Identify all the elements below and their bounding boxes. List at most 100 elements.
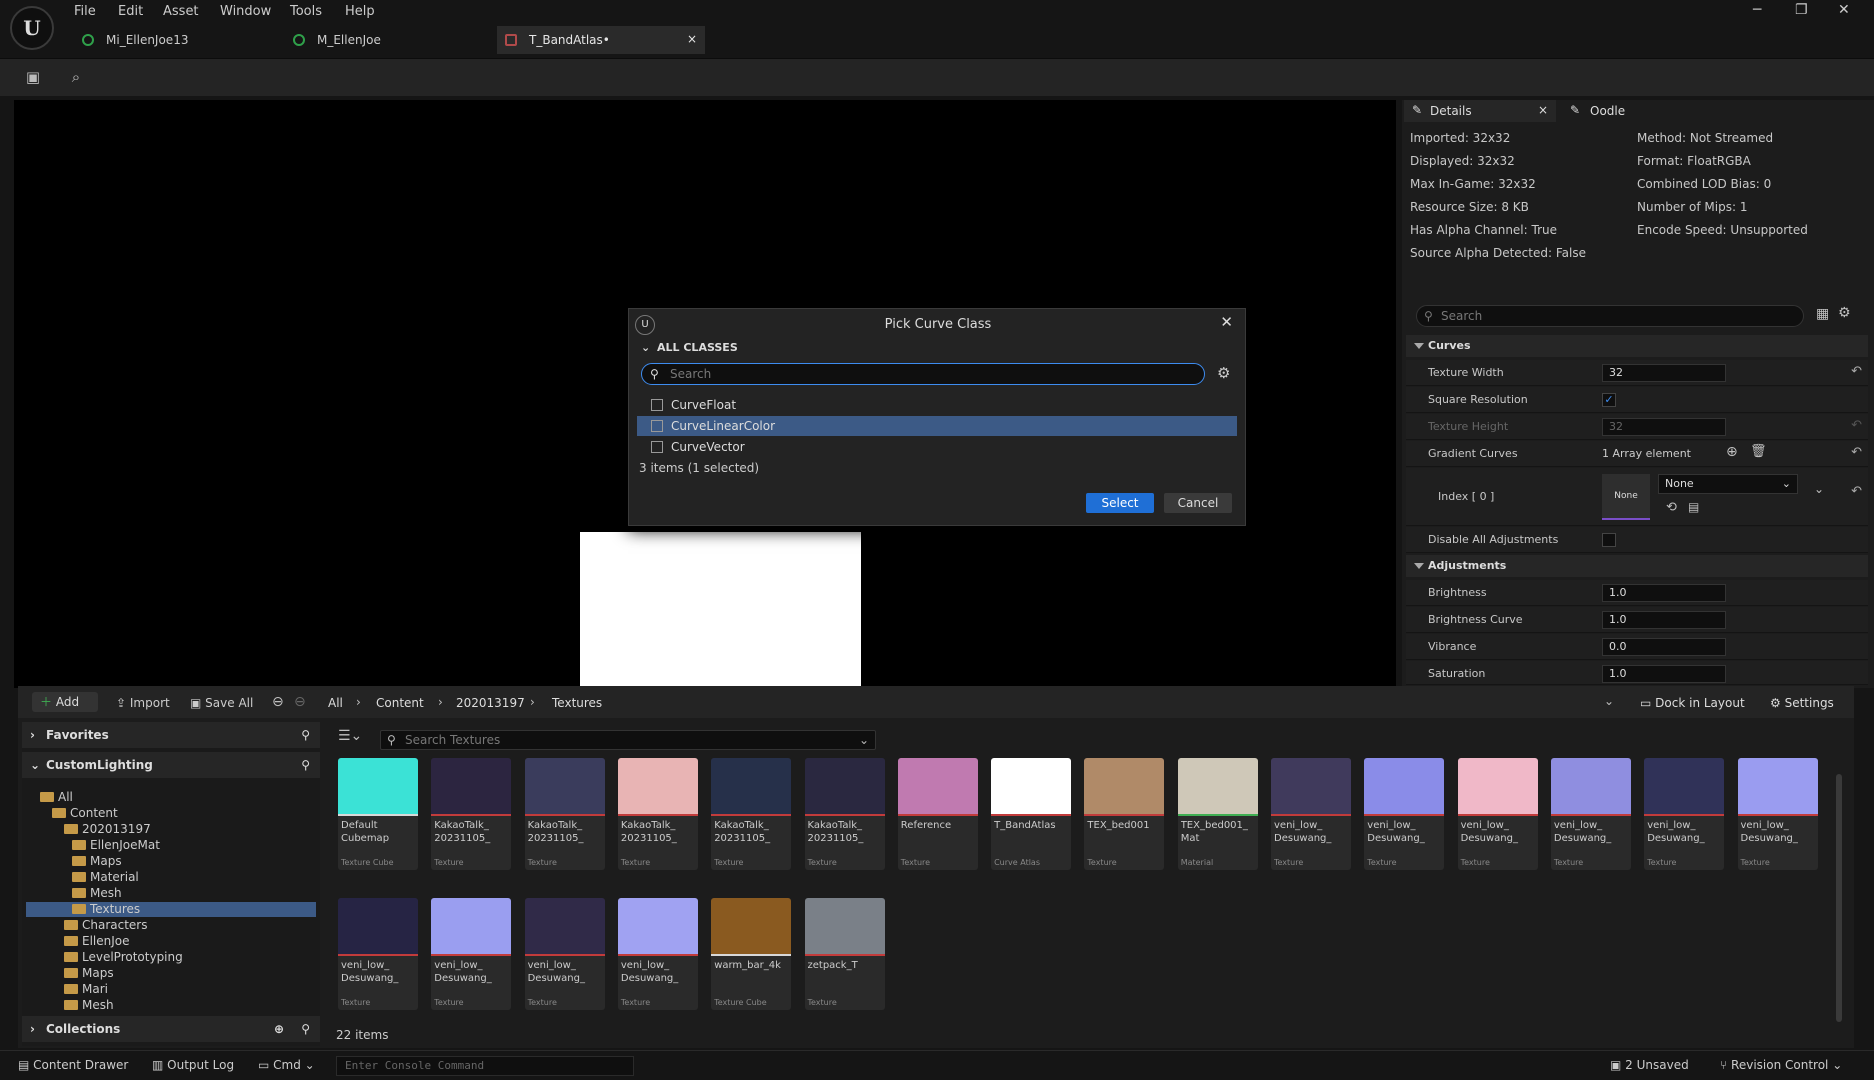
- save-all-button[interactable]: ▣ Save All: [190, 696, 253, 710]
- settings-button[interactable]: ⚙ Settings: [1770, 696, 1834, 710]
- asset-tile[interactable]: veni_low_ Desuwang_ Material_1... Texture: [1737, 758, 1818, 870]
- saturation-field[interactable]: 1.0: [1602, 665, 1726, 683]
- asset-tile[interactable]: TEX_bed001 Texture: [1084, 758, 1165, 870]
- tree-maps-2[interactable]: Maps: [64, 966, 114, 980]
- asset-tile[interactable]: KakaoTalk_ 20231105_ 14482327... Texture: [431, 758, 512, 870]
- menu-tools[interactable]: Tools: [290, 4, 322, 19]
- minimize-button[interactable]: ─: [1753, 2, 1761, 18]
- tab-m-ellenjoe[interactable]: M_EllenJoe: [293, 26, 483, 54]
- import-button[interactable]: ⇪ Import: [116, 696, 170, 710]
- menu-asset[interactable]: Asset: [163, 4, 199, 19]
- asset-tile[interactable]: veni_low_ Desuwang_ Material_1... Texture: [1457, 758, 1538, 870]
- save-icon[interactable]: ▣: [24, 68, 42, 86]
- forward-icon[interactable]: ⊖: [294, 694, 306, 710]
- asset-tile[interactable]: veni_low_ Desuwang_ Material_1... Texture: [1550, 758, 1631, 870]
- texture-height-field[interactable]: 32: [1602, 418, 1726, 436]
- favorites-header[interactable]: › Favorites ⚲: [22, 722, 320, 748]
- asset-tile[interactable]: veni_low_ Desuwang_ Material_1... Texture: [431, 898, 512, 1010]
- asset-tile[interactable]: Default Cubemap Texture Cube: [338, 758, 418, 870]
- section-curves[interactable]: Curves: [1406, 335, 1868, 357]
- menu-file[interactable]: File: [74, 4, 96, 19]
- tree-ellenjoe[interactable]: EllenJoe: [64, 934, 130, 948]
- search-icon[interactable]: ⚲: [301, 1016, 310, 1042]
- select-button[interactable]: Select: [1086, 493, 1154, 513]
- asset-tile[interactable]: veni_low_ Desuwang_ Material_1... Texture: [1271, 758, 1351, 870]
- reset-arrow-icon[interactable]: ↶: [1851, 364, 1862, 379]
- asset-tile[interactable]: veni_low_ Desuwang_ Material_1... Texture: [338, 898, 418, 1010]
- tree-mari[interactable]: Mari: [64, 982, 108, 996]
- asset-tile[interactable]: veni_low_ Desuwang_ Material_1... Texture: [1644, 758, 1725, 870]
- reset-arrow-icon[interactable]: ↶: [1851, 445, 1862, 460]
- asset-tile[interactable]: warm_bar_4k Texture Cube: [711, 898, 792, 1010]
- restore-button[interactable]: ❐: [1795, 2, 1808, 18]
- vibrance-field[interactable]: 0.0: [1602, 638, 1726, 656]
- tab-close-icon[interactable]: ×: [687, 32, 697, 46]
- details-close-icon[interactable]: ×: [1538, 103, 1548, 117]
- asset-tile[interactable]: veni_low_ Desuwang_ Material_1... Texture: [524, 898, 605, 1010]
- all-classes-header[interactable]: ⌄ ALL CLASSES: [629, 337, 1245, 359]
- asset-tile[interactable]: Reference Texture: [897, 758, 978, 870]
- collections-header[interactable]: › Collections ⊕ ⚲: [22, 1016, 320, 1042]
- asset-tile[interactable]: zetpack_T Texture: [804, 898, 885, 1010]
- console-input[interactable]: Enter Console Command: [336, 1056, 634, 1076]
- tree-all[interactable]: All: [40, 790, 73, 804]
- tab-details[interactable]: ✎ Details ×: [1404, 100, 1556, 122]
- asset-tile[interactable]: KakaoTalk_ 20231105_ 14482327... Texture: [617, 758, 698, 870]
- tab-oodle[interactable]: ✎ Oodle: [1570, 100, 1625, 122]
- asset-tile[interactable]: veni_low_ Desuwang_ Material_1... Texture: [617, 898, 698, 1010]
- class-search-input[interactable]: ⚲ Search: [641, 363, 1205, 385]
- add-collection-icon[interactable]: ⊕: [274, 1016, 284, 1042]
- path-content[interactable]: Content: [376, 696, 424, 710]
- browse-asset-icon[interactable]: ▤: [1688, 500, 1699, 514]
- tree-202013197[interactable]: 202013197: [64, 822, 151, 836]
- class-item-curvelinearcolor[interactable]: CurveLinearColor: [637, 416, 1237, 436]
- tree-characters[interactable]: Characters: [64, 918, 148, 932]
- tab-t-bandatlas[interactable]: T_BandAtlas• ×: [497, 26, 705, 54]
- brightness-field[interactable]: 1.0: [1602, 584, 1726, 602]
- asset-tile[interactable]: KakaoTalk_ 20231105_ 14482327... Texture: [524, 758, 605, 870]
- brightness-curve-field[interactable]: 1.0: [1602, 611, 1726, 629]
- texture-width-field[interactable]: 32: [1602, 364, 1726, 382]
- asset-tile[interactable]: T_BandAtlas Curve Atlas: [991, 758, 1072, 870]
- dock-in-layout-button[interactable]: ▭ Dock in Layout: [1640, 696, 1745, 710]
- asset-picker-dropdown[interactable]: None ⌄: [1658, 474, 1798, 494]
- tree-ellenjoemat[interactable]: EllenJoeMat: [72, 838, 160, 852]
- add-button[interactable]: ＋ Add: [32, 692, 98, 712]
- gear-icon[interactable]: ⚙: [1838, 305, 1851, 321]
- table-view-icon[interactable]: ▦: [1816, 306, 1829, 322]
- asset-tile[interactable]: KakaoTalk_ 20231105_ 14482327... Texture: [804, 758, 885, 870]
- chevron-right-icon[interactable]: ›: [438, 695, 443, 709]
- reset-arrow-icon[interactable]: ↶: [1851, 418, 1862, 433]
- browse-icon[interactable]: ⌕: [67, 68, 85, 86]
- path-all[interactable]: All: [328, 696, 343, 710]
- reset-arrow-icon[interactable]: ↶: [1851, 484, 1862, 499]
- section-adjustments[interactable]: Adjustments: [1406, 555, 1868, 577]
- trash-icon[interactable]: 🗑: [1750, 444, 1767, 459]
- chevron-down-icon[interactable]: ⌄: [1814, 482, 1824, 496]
- asset-thumbnail[interactable]: None: [1602, 474, 1650, 520]
- tree-material[interactable]: Material: [72, 870, 139, 884]
- filter-icon[interactable]: ☰⌄: [338, 728, 362, 744]
- use-selected-icon[interactable]: ⟲: [1666, 500, 1677, 515]
- gear-icon[interactable]: ⚙: [1217, 364, 1230, 382]
- menu-help[interactable]: Help: [345, 4, 375, 19]
- square-resolution-checkbox[interactable]: ✓: [1602, 393, 1616, 407]
- back-icon[interactable]: ⊖: [272, 694, 284, 710]
- tree-mesh[interactable]: Mesh: [72, 886, 122, 900]
- tree-mesh-2[interactable]: Mesh: [64, 998, 114, 1012]
- class-item-curvevector[interactable]: CurveVector: [637, 437, 1237, 457]
- dialog-close-button[interactable]: ✕: [1220, 313, 1233, 331]
- vertical-scrollbar[interactable]: [1836, 774, 1842, 1022]
- class-item-curvefloat[interactable]: CurveFloat: [637, 395, 1237, 415]
- search-textures-input[interactable]: ⚲ Search Textures ⌄: [380, 730, 876, 750]
- asset-tile[interactable]: veni_low_ Desuwang_ Material_1... Texture: [1364, 758, 1445, 870]
- unreal-logo[interactable]: U: [10, 6, 54, 50]
- window-close-button[interactable]: ✕: [1838, 2, 1850, 18]
- tab-mi-ellenjoe13[interactable]: Mi_EllenJoe13: [82, 26, 272, 54]
- asset-tile[interactable]: TEX_bed001_ Mat Material: [1177, 758, 1258, 870]
- asset-tile[interactable]: KakaoTalk_ 20231105_ 14482327... Texture: [711, 758, 792, 870]
- search-icon[interactable]: ⚲: [301, 752, 310, 778]
- cancel-button[interactable]: Cancel: [1164, 493, 1232, 513]
- history-dropdown-icon[interactable]: ⌄: [1604, 694, 1614, 708]
- details-search-input[interactable]: ⚲ Search: [1416, 305, 1804, 327]
